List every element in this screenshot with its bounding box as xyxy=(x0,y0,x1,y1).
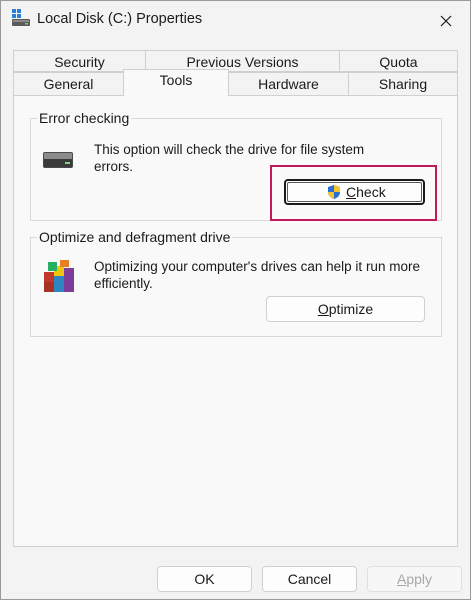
optimize-button[interactable]: Optimize xyxy=(266,296,425,322)
apply-button[interactable]: Apply xyxy=(367,566,462,592)
drive-icon xyxy=(12,9,30,26)
title-bar: Local Disk (C:) Properties xyxy=(1,1,470,41)
highlight-annotation xyxy=(270,165,437,221)
optimize-description: Optimizing your computer's drives can he… xyxy=(94,259,420,291)
ok-button[interactable]: OK xyxy=(157,566,252,592)
optimize-group: Optimize and defragment drive Optimizing… xyxy=(30,229,442,337)
tab-tools[interactable]: Tools xyxy=(123,69,229,96)
optimize-mnemonic: O xyxy=(317,301,329,317)
error-checking-legend: Error checking xyxy=(37,110,132,126)
tab-general[interactable]: General xyxy=(13,72,124,96)
defrag-icon xyxy=(44,260,74,292)
apply-label-rest: pply xyxy=(406,571,433,587)
optimize-label-rest: ptimize xyxy=(328,301,374,317)
optimize-legend: Optimize and defragment drive xyxy=(37,229,233,245)
hard-drive-icon xyxy=(43,152,73,168)
cancel-button[interactable]: Cancel xyxy=(262,566,357,592)
properties-window: Local Disk (C:) Properties Security Prev… xyxy=(0,0,471,600)
tab-quota[interactable]: Quota xyxy=(339,50,458,72)
apply-mnemonic: A xyxy=(396,571,407,587)
tab-sharing[interactable]: Sharing xyxy=(348,72,458,96)
tools-tab-panel: Error checking This option will check th… xyxy=(13,95,458,547)
close-icon[interactable] xyxy=(434,9,458,33)
tab-hardware[interactable]: Hardware xyxy=(228,72,349,96)
window-title: Local Disk (C:) Properties xyxy=(37,11,203,27)
